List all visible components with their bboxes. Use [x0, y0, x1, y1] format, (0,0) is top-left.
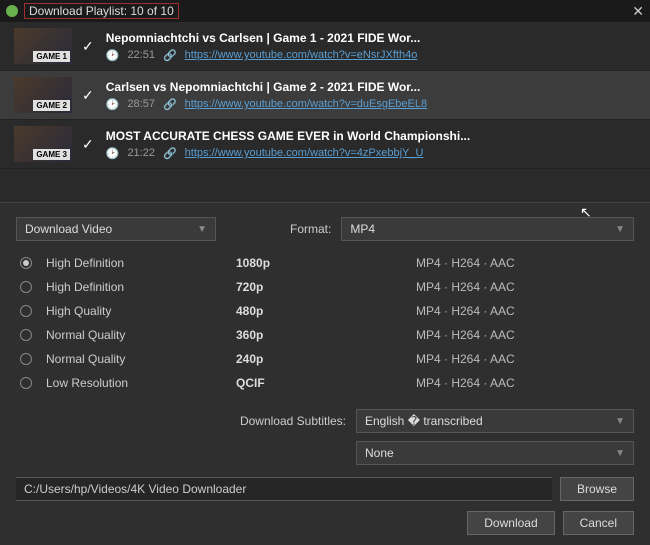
check-icon: ✓: [82, 136, 94, 153]
radio-icon[interactable]: [20, 353, 32, 365]
subtitles-label: Download Subtitles:: [16, 414, 346, 428]
save-path-input[interactable]: [16, 477, 552, 501]
quality-label: Low Resolution: [46, 376, 236, 390]
check-icon: ✓: [82, 38, 94, 55]
video-title: MOST ACCURATE CHESS GAME EVER in World C…: [106, 129, 636, 143]
video-duration: 21:22: [127, 147, 155, 159]
settings-panel: Download Video ▼ Format: MP4 ▼ High Defi…: [0, 202, 650, 545]
link-icon: 🔗: [163, 147, 177, 160]
quality-label: High Quality: [46, 304, 236, 318]
link-icon: 🔗: [163, 98, 177, 111]
quality-resolution: QCIF: [236, 376, 416, 390]
quality-codec: MP4 · H264 · AAC: [416, 304, 515, 318]
video-title: Nepomniachtchi vs Carlsen | Game 1 - 202…: [106, 31, 636, 45]
cancel-button[interactable]: Cancel: [563, 511, 634, 535]
playlist-item[interactable]: GAME 2 ✓ Carlsen vs Nepomniachtchi | Game …: [0, 71, 650, 120]
chevron-down-icon: ▼: [615, 224, 625, 235]
playlist-item-meta: Nepomniachtchi vs Carlsen | Game 1 - 202…: [106, 31, 636, 62]
thumbnail-badge: GAME 3: [33, 149, 70, 160]
quality-option[interactable]: Normal Quality360pMP4 · H264 · AAC: [16, 323, 634, 347]
quality-codec: MP4 · H264 · AAC: [416, 280, 515, 294]
quality-resolution: 720p: [236, 280, 416, 294]
quality-label: High Definition: [46, 256, 236, 270]
format-label: Format:: [290, 222, 331, 236]
format-dropdown-value: MP4: [350, 222, 375, 236]
subtitles-language-dropdown[interactable]: English � transcribed ▼: [356, 409, 634, 433]
playlist-item[interactable]: GAME 1 ✓ Nepomniachtchi vs Carlsen | Game …: [0, 22, 650, 71]
quality-option[interactable]: High Quality480pMP4 · H264 · AAC: [16, 299, 634, 323]
link-icon: 🔗: [163, 49, 177, 62]
video-url[interactable]: https://www.youtube.com/watch?v=duEsgEbe…: [185, 98, 427, 110]
clock-icon: 🕑: [106, 147, 120, 160]
thumbnail-badge: GAME 1: [33, 51, 70, 62]
chevron-down-icon: ▼: [615, 448, 625, 459]
video-thumbnail: GAME 3: [14, 126, 72, 162]
close-icon[interactable]: ✕: [632, 3, 644, 20]
format-dropdown[interactable]: MP4 ▼: [341, 217, 634, 241]
quality-resolution: 480p: [236, 304, 416, 318]
browse-button[interactable]: Browse: [560, 477, 634, 501]
window-title: Download Playlist: 10 of 10: [24, 3, 179, 19]
quality-option[interactable]: High Definition720pMP4 · H264 · AAC: [16, 275, 634, 299]
radio-icon[interactable]: [20, 281, 32, 293]
action-dropdown-label: Download Video: [25, 222, 112, 236]
quality-codec: MP4 · H264 · AAC: [416, 352, 515, 366]
quality-codec: MP4 · H264 · AAC: [416, 328, 515, 342]
playlist-item[interactable]: GAME 3 ✓ MOST ACCURATE CHESS GAME EVER in …: [0, 120, 650, 169]
quality-resolution: 360p: [236, 328, 416, 342]
video-title: Carlsen vs Nepomniachtchi | Game 2 - 202…: [106, 80, 636, 94]
clock-icon: 🕑: [106, 49, 120, 62]
playlist-item-meta: Carlsen vs Nepomniachtchi | Game 2 - 202…: [106, 80, 636, 111]
quality-label: Normal Quality: [46, 328, 236, 342]
video-url[interactable]: https://www.youtube.com/watch?v=eNsrJXft…: [185, 49, 418, 61]
thumbnail-badge: GAME 2: [33, 100, 70, 111]
quality-codec: MP4 · H264 · AAC: [416, 256, 515, 270]
video-thumbnail: GAME 2: [14, 77, 72, 113]
titlebar: Download Playlist: 10 of 10 ✕: [0, 0, 650, 22]
video-duration: 22:51: [127, 49, 155, 61]
chevron-down-icon: ▼: [197, 224, 207, 235]
quality-option[interactable]: Normal Quality240pMP4 · H264 · AAC: [16, 347, 634, 371]
playlist-item-meta: MOST ACCURATE CHESS GAME EVER in World C…: [106, 129, 636, 160]
radio-icon[interactable]: [20, 257, 32, 269]
subtitles-language-value: English � transcribed: [365, 414, 483, 428]
video-url[interactable]: https://www.youtube.com/watch?v=4zPxebbj…: [185, 147, 424, 159]
radio-icon[interactable]: [20, 305, 32, 317]
quality-option[interactable]: High Definition1080pMP4 · H264 · AAC: [16, 251, 634, 275]
video-thumbnail: GAME 1: [14, 28, 72, 64]
action-dropdown[interactable]: Download Video ▼: [16, 217, 216, 241]
subtitles-secondary-value: None: [365, 446, 394, 460]
clock-icon: 🕑: [106, 98, 120, 111]
download-button[interactable]: Download: [467, 511, 554, 535]
quality-label: High Definition: [46, 280, 236, 294]
quality-list: High Definition1080pMP4 · H264 · AACHigh…: [16, 251, 634, 395]
quality-resolution: 1080p: [236, 256, 416, 270]
quality-option[interactable]: Low ResolutionQCIFMP4 · H264 · AAC: [16, 371, 634, 395]
quality-label: Normal Quality: [46, 352, 236, 366]
quality-codec: MP4 · H264 · AAC: [416, 376, 515, 390]
radio-icon[interactable]: [20, 377, 32, 389]
playlist: GAME 1 ✓ Nepomniachtchi vs Carlsen | Game …: [0, 22, 650, 202]
chevron-down-icon: ▼: [615, 416, 625, 427]
radio-icon[interactable]: [20, 329, 32, 341]
subtitles-secondary-dropdown[interactable]: None ▼: [356, 441, 634, 465]
video-duration: 28:57: [127, 98, 155, 110]
check-icon: ✓: [82, 87, 94, 104]
quality-resolution: 240p: [236, 352, 416, 366]
app-icon: [6, 5, 18, 17]
